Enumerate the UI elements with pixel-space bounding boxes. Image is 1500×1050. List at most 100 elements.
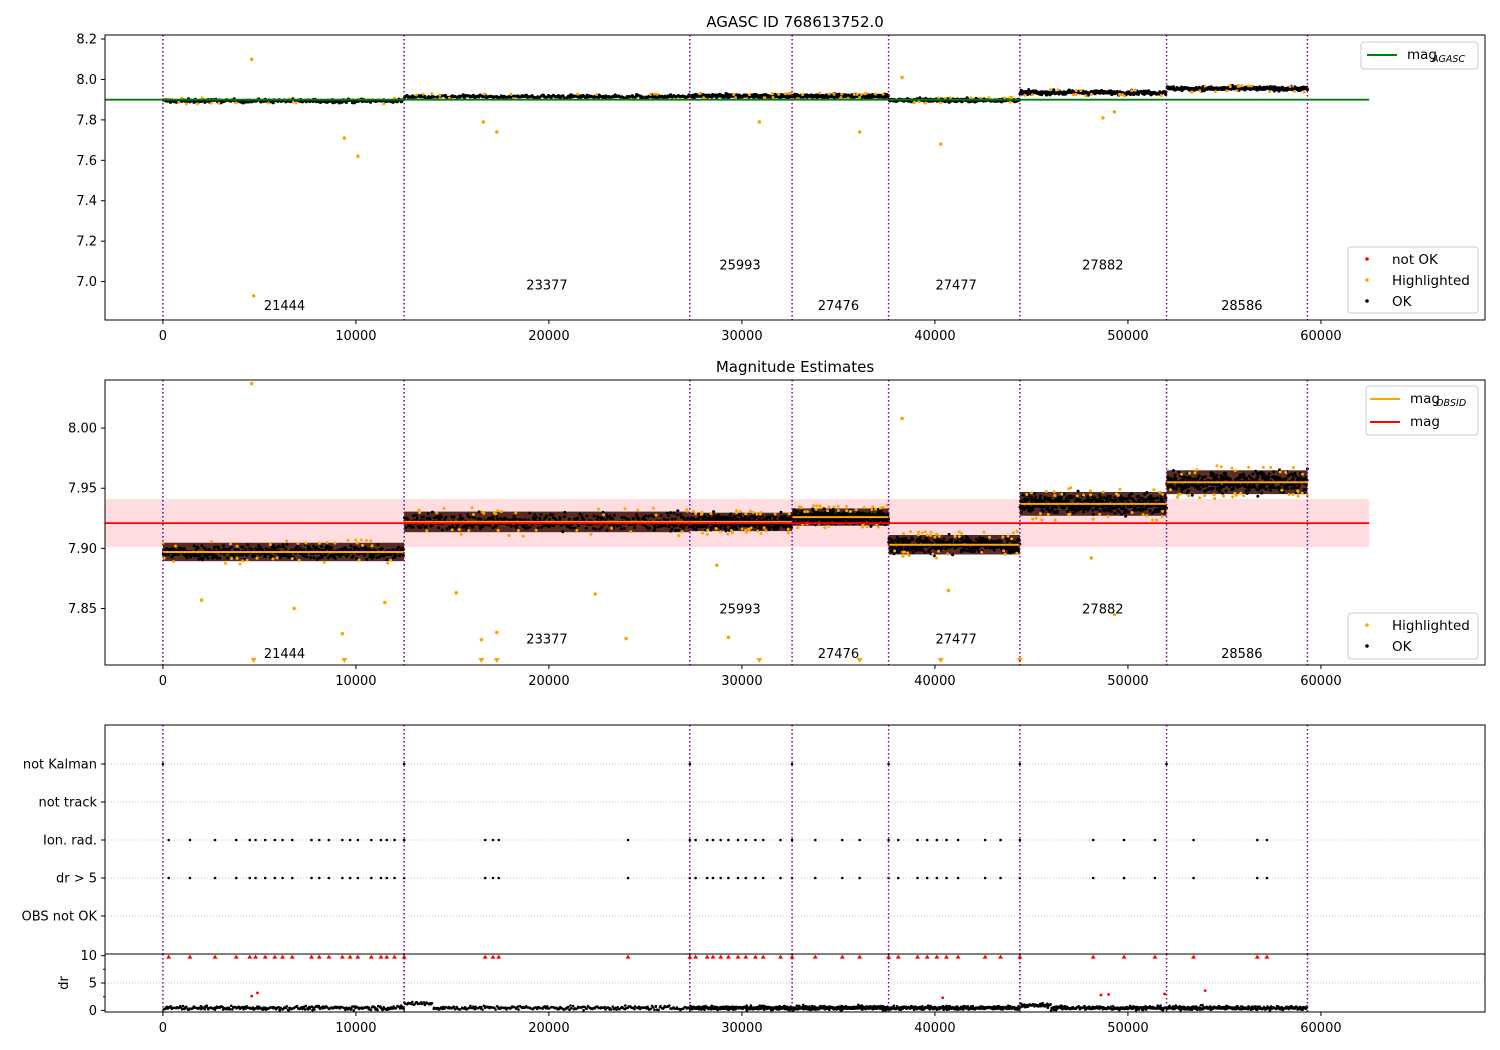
ok-point <box>1186 489 1190 493</box>
highlighted-point <box>748 509 752 513</box>
ok-point <box>319 544 323 548</box>
highlighted-point <box>1122 94 1126 98</box>
out-of-range-marker <box>756 658 763 663</box>
ok-point <box>558 518 562 521</box>
ok-point <box>596 515 600 519</box>
highlighted-point <box>271 557 275 561</box>
highlighted-point <box>1161 492 1165 496</box>
highlighted-point <box>836 509 840 512</box>
ok-point <box>523 518 527 522</box>
highlighted-point <box>957 535 961 539</box>
ok-point <box>653 526 657 530</box>
panel1-frame <box>104 34 1486 321</box>
highlighted-point <box>1015 530 1019 533</box>
ok-point <box>1055 510 1059 514</box>
highlighted-point <box>806 510 810 514</box>
ok-point <box>551 513 555 517</box>
ok-point <box>1182 478 1186 481</box>
highlighted-point <box>852 93 856 96</box>
highlighted-point <box>1023 93 1027 97</box>
highlighted-point <box>1169 488 1173 492</box>
highlighted-point <box>1213 497 1217 500</box>
highlighted-point <box>1002 549 1006 553</box>
highlighted-point <box>623 507 627 511</box>
highlighted-point <box>648 93 652 96</box>
highlighted-point <box>862 506 866 509</box>
ok-point <box>1201 485 1205 489</box>
highlighted-point <box>1198 89 1202 93</box>
highlighted-point <box>818 91 822 95</box>
ok-point <box>768 515 772 518</box>
ok-point <box>437 526 441 530</box>
highlighted-point <box>787 512 791 516</box>
ok-point <box>397 545 401 549</box>
ok-point <box>1218 489 1221 493</box>
ok-point <box>633 526 636 530</box>
highlighted-point <box>480 510 484 514</box>
ok-point <box>515 523 519 527</box>
ok-point <box>468 515 472 519</box>
ok-point <box>1238 485 1241 489</box>
highlighted-point <box>1291 493 1295 496</box>
highlighted-point <box>751 511 755 514</box>
highlighted-point <box>1071 93 1075 97</box>
highlighted-point <box>929 530 933 534</box>
highlighted-point <box>909 530 912 534</box>
highlighted-point <box>249 381 254 386</box>
highlighted-point <box>322 560 326 564</box>
ok-point <box>1098 509 1102 513</box>
highlighted-point <box>481 120 486 124</box>
ok-point <box>1157 510 1161 513</box>
y-tick-label: 8.0 <box>76 73 97 88</box>
highlighted-point <box>1089 556 1094 560</box>
ok-point <box>1088 506 1092 510</box>
highlighted-point <box>861 525 864 529</box>
highlighted-point <box>1293 89 1297 93</box>
highlighted-point <box>935 556 938 560</box>
highlighted-point <box>255 556 259 560</box>
highlighted-point <box>454 591 459 595</box>
highlighted-point <box>1242 494 1246 498</box>
highlighted-point <box>946 552 950 556</box>
x-tick-label: 30000 <box>721 329 762 344</box>
ok-point <box>1171 469 1175 472</box>
ok-point <box>1231 486 1235 490</box>
ok-point <box>1262 473 1266 477</box>
highlighted-point <box>629 530 633 534</box>
ok-point <box>977 549 981 553</box>
ok-point <box>1252 478 1256 482</box>
ok-point <box>1175 487 1178 491</box>
highlighted-point <box>292 606 296 611</box>
highlighted-point <box>917 530 920 534</box>
y-tick-label: 8.2 <box>76 33 97 48</box>
highlighted-point <box>982 530 986 534</box>
x-tick-label: 50000 <box>1107 329 1148 344</box>
highlighted-point <box>364 539 368 542</box>
ok-point <box>1215 473 1219 477</box>
obsid-label: 28586 <box>1221 299 1262 314</box>
ok-point <box>218 556 222 560</box>
highlighted-point <box>735 509 739 513</box>
ok-point <box>1190 493 1194 497</box>
ok-point <box>1247 474 1251 478</box>
ok-point <box>278 545 282 549</box>
highlighted-point <box>1067 512 1071 516</box>
highlighted-point <box>1053 518 1057 522</box>
ok-point <box>488 524 492 527</box>
highlighted-point <box>1212 493 1216 497</box>
ok-point <box>250 548 254 551</box>
ok-point <box>774 515 778 519</box>
highlighted-point <box>1044 489 1048 493</box>
highlighted-point <box>1161 509 1165 513</box>
highlighted-point <box>1269 465 1273 469</box>
ok-point <box>1063 505 1067 509</box>
highlighted-point <box>784 92 787 96</box>
highlighted-point <box>356 154 360 159</box>
highlighted-point <box>333 541 337 545</box>
highlighted-point <box>1040 518 1044 522</box>
ok-point <box>1034 495 1038 499</box>
ok-point <box>326 544 330 548</box>
highlighted-point <box>1031 93 1034 97</box>
highlighted-point <box>726 635 731 640</box>
ok-point <box>1272 470 1276 474</box>
